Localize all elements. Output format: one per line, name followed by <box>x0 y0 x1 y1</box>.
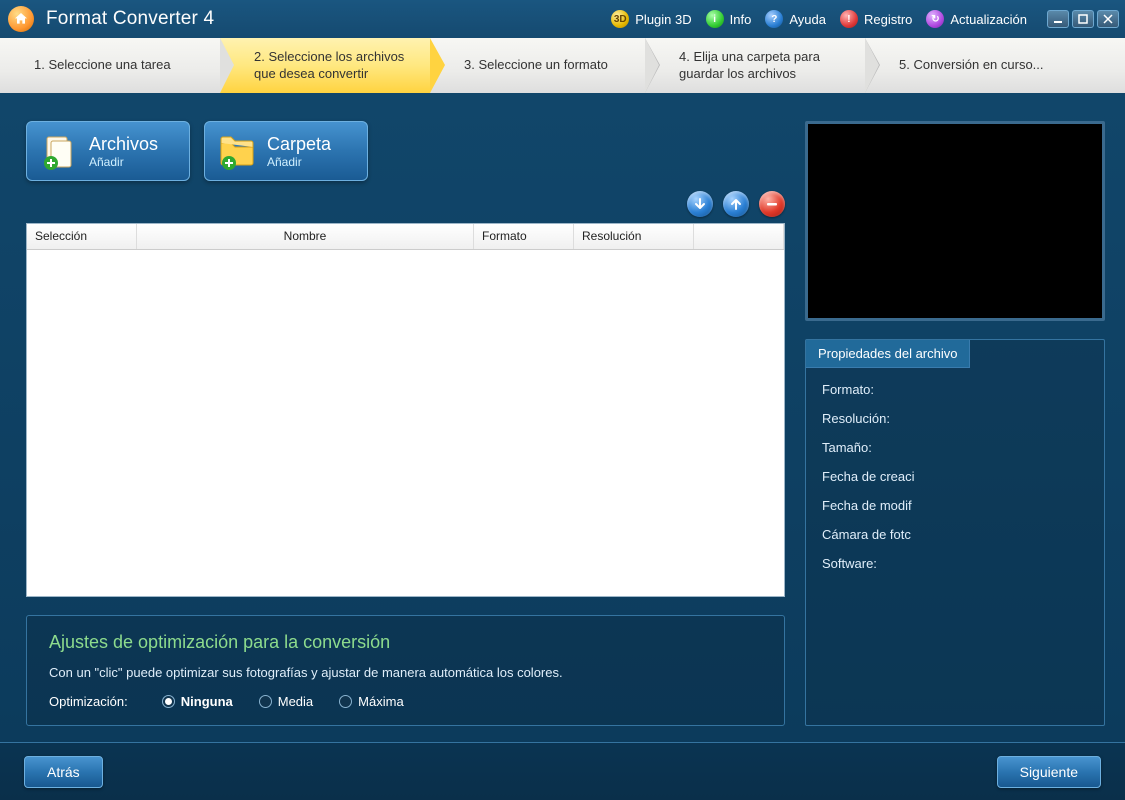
radio-none-label: Ninguna <box>181 694 233 709</box>
window-controls <box>1047 10 1119 28</box>
left-column: Archivos Añadir Carpeta Añadir <box>26 121 785 726</box>
titlebar: Format Converter 4 3D Plugin 3D i Info ?… <box>0 0 1125 38</box>
move-up-button[interactable] <box>723 191 749 217</box>
step-2-label-b: que desea convertir <box>254 66 408 82</box>
col-selection[interactable]: Selección <box>27 224 137 249</box>
plugin3d-icon: 3D <box>611 10 629 28</box>
step-2-label-a: 2. Seleccione los archivos <box>254 49 408 65</box>
radio-max-label: Máxima <box>358 694 404 709</box>
menu-help-label: Ayuda <box>789 12 826 27</box>
wizard-steps: 1. Seleccione una tarea 2. Seleccione lo… <box>0 38 1125 93</box>
help-icon: ? <box>765 10 783 28</box>
menu-update-label: Actualización <box>950 12 1027 27</box>
radio-medium-circle <box>259 695 272 708</box>
close-button[interactable] <box>1097 10 1119 28</box>
add-files-sub: Añadir <box>89 155 158 169</box>
minimize-button[interactable] <box>1047 10 1069 28</box>
main-area: Archivos Añadir Carpeta Añadir <box>0 93 1125 742</box>
table-header: Selección Nombre Formato Resolución <box>27 224 784 250</box>
step-4-label-a: 4. Elija una carpeta para <box>679 49 843 65</box>
add-folder-sub: Añadir <box>267 155 331 169</box>
optimization-heading: Ajustes de optimización para la conversi… <box>49 632 762 653</box>
preview-box <box>805 121 1105 321</box>
remove-button[interactable] <box>759 191 785 217</box>
menu-info-label: Info <box>730 12 752 27</box>
radio-max-circle <box>339 695 352 708</box>
menu-info[interactable]: i Info <box>706 10 752 28</box>
prop-resolution: Resolución: <box>822 411 1088 426</box>
col-empty <box>694 224 784 249</box>
radio-max[interactable]: Máxima <box>339 694 404 709</box>
prop-size: Tamaño: <box>822 440 1088 455</box>
table-body[interactable] <box>27 250 784 596</box>
prop-software: Software: <box>822 556 1088 571</box>
properties-tab[interactable]: Propiedades del archivo <box>806 340 970 368</box>
add-files-button[interactable]: Archivos Añadir <box>26 121 190 181</box>
folder-icon <box>217 131 257 171</box>
home-icon[interactable] <box>8 6 34 32</box>
step-3[interactable]: 3. Seleccione un formato <box>430 38 645 93</box>
add-buttons-row: Archivos Añadir Carpeta Añadir <box>26 121 785 181</box>
step-5-label: 5. Conversión en curso... <box>899 57 1103 73</box>
col-name[interactable]: Nombre <box>137 224 474 249</box>
next-button[interactable]: Siguiente <box>997 756 1101 788</box>
radio-medium[interactable]: Media <box>259 694 313 709</box>
properties-body: Formato: Resolución: Tamaño: Fecha de cr… <box>806 368 1104 585</box>
bottom-bar: Atrás Siguiente <box>0 742 1125 800</box>
optimization-desc: Con un "clic" puede optimizar sus fotogr… <box>49 665 762 680</box>
prop-format: Formato: <box>822 382 1088 397</box>
radio-medium-label: Media <box>278 694 313 709</box>
files-icon <box>39 131 79 171</box>
menu-update[interactable]: ↻ Actualización <box>926 10 1027 28</box>
add-folder-button[interactable]: Carpeta Añadir <box>204 121 368 181</box>
optimization-panel: Ajustes de optimización para la conversi… <box>26 615 785 726</box>
add-files-title: Archivos <box>89 134 158 155</box>
step-4-label-b: guardar los archivos <box>679 66 843 82</box>
register-icon: ! <box>840 10 858 28</box>
maximize-button[interactable] <box>1072 10 1094 28</box>
menu-register[interactable]: ! Registro <box>840 10 912 28</box>
optimization-radios: Optimización: Ninguna Media Máxima <box>49 694 762 709</box>
step-3-label: 3. Seleccione un formato <box>464 57 623 73</box>
prop-modified: Fecha de modif <box>822 498 917 513</box>
step-1[interactable]: 1. Seleccione una tarea <box>0 38 220 93</box>
step-2[interactable]: 2. Seleccione los archivos que desea con… <box>220 38 430 93</box>
optimization-label: Optimización: <box>49 694 128 709</box>
file-table: Selección Nombre Formato Resolución <box>26 223 785 597</box>
step-5[interactable]: 5. Conversión en curso... <box>865 38 1125 93</box>
menu-help[interactable]: ? Ayuda <box>765 10 826 28</box>
list-actions <box>26 191 785 217</box>
menu-register-label: Registro <box>864 12 912 27</box>
app-title: Format Converter 4 <box>46 8 611 30</box>
move-down-button[interactable] <box>687 191 713 217</box>
info-icon: i <box>706 10 724 28</box>
col-format[interactable]: Formato <box>474 224 574 249</box>
add-folder-title: Carpeta <box>267 134 331 155</box>
properties-panel: Propiedades del archivo Formato: Resoluc… <box>805 339 1105 726</box>
menu-plugin3d-label: Plugin 3D <box>635 12 691 27</box>
step-1-label: 1. Seleccione una tarea <box>34 57 198 73</box>
prop-camera: Cámara de fotc <box>822 527 917 542</box>
radio-none-circle <box>162 695 175 708</box>
back-button[interactable]: Atrás <box>24 756 103 788</box>
update-icon: ↻ <box>926 10 944 28</box>
prop-created: Fecha de creaci <box>822 469 917 484</box>
right-column: Propiedades del archivo Formato: Resoluc… <box>805 121 1105 726</box>
step-4[interactable]: 4. Elija una carpeta para guardar los ar… <box>645 38 865 93</box>
col-resolution[interactable]: Resolución <box>574 224 694 249</box>
radio-none[interactable]: Ninguna <box>162 694 233 709</box>
menu-plugin3d[interactable]: 3D Plugin 3D <box>611 10 691 28</box>
menu-bar: 3D Plugin 3D i Info ? Ayuda ! Registro ↻… <box>611 10 1027 28</box>
